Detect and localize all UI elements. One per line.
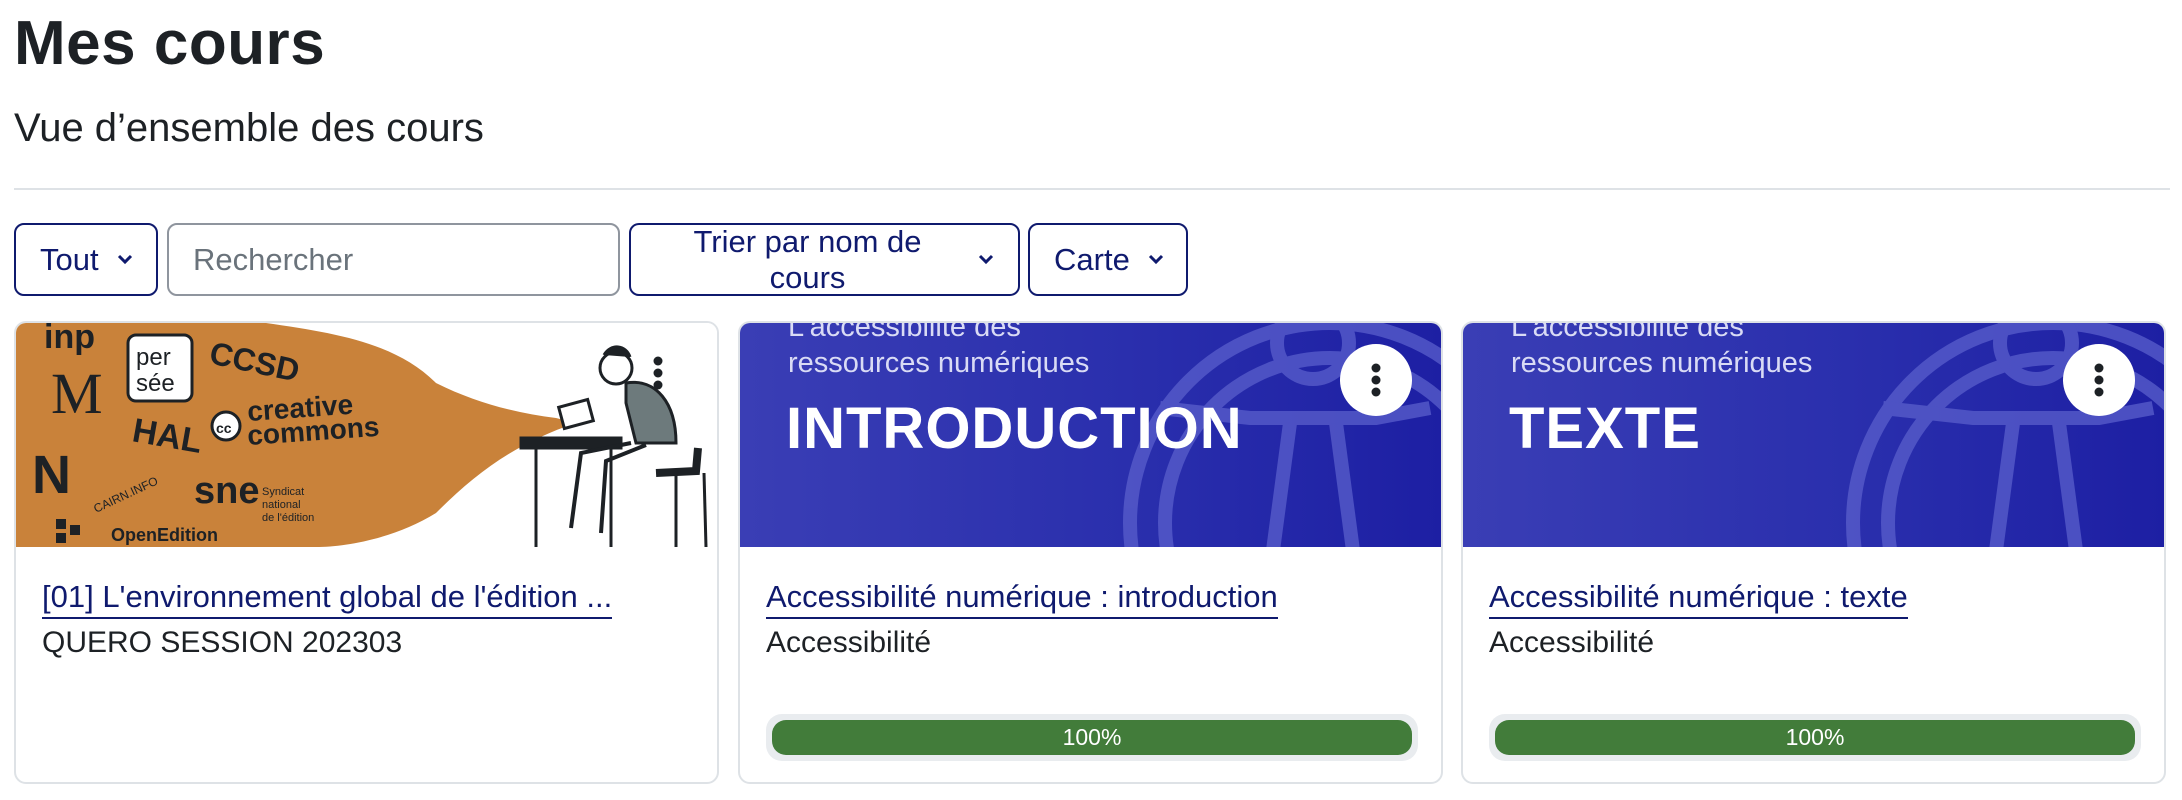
grouping-label: Tout <box>40 241 99 277</box>
view-dropdown[interactable]: Carte <box>1028 223 1188 296</box>
chevron-down-icon <box>978 254 994 265</box>
svg-text:sée: sée <box>136 370 175 397</box>
progress-bar: 100% <box>766 714 1418 761</box>
course-card: L'accessibilité des ressources numérique… <box>738 321 1443 784</box>
progress-fill: 100% <box>772 720 1412 755</box>
vertical-dots-icon <box>1371 363 1381 397</box>
progress-fill: 100% <box>1495 720 2135 755</box>
view-label: Carte <box>1054 241 1130 277</box>
chevron-down-icon <box>1148 254 1164 265</box>
sort-dropdown[interactable]: Trier par nom de cours <box>629 223 1020 296</box>
svg-text:Syndicat: Syndicat <box>262 486 304 498</box>
divider <box>14 188 2170 190</box>
progress-label: 100% <box>1062 724 1122 750</box>
progress-bar: 100% <box>1489 714 2141 761</box>
course-category: Accessibilité <box>1489 626 1655 659</box>
progress-label: 100% <box>1785 724 1845 750</box>
course-card: L'accessibilité des ressources numérique… <box>1461 321 2166 784</box>
svg-text:OpenEdition: OpenEdition <box>111 525 218 545</box>
svg-text:N: N <box>32 445 71 505</box>
svg-text:M: M <box>51 361 103 426</box>
svg-text:national: national <box>262 499 301 511</box>
banner-subtitle: L'accessibilité des ressources numérique… <box>788 323 1090 379</box>
page-title: Mes cours <box>14 9 326 78</box>
vertical-dots-icon <box>653 356 663 390</box>
course-menu-button[interactable] <box>1340 344 1412 416</box>
course-menu-button[interactable] <box>2063 344 2135 416</box>
course-overview-heading: Vue d’ensemble des cours <box>14 106 484 150</box>
vertical-dots-icon <box>2094 363 2104 397</box>
svg-text:per: per <box>136 344 171 371</box>
grouping-dropdown[interactable]: Tout <box>14 223 158 296</box>
publishing-illustration: inp M per sée CCSD HAL cc creative commo… <box>16 323 717 547</box>
chevron-down-icon <box>117 254 133 265</box>
course-category: QUERO SESSION 202303 <box>42 626 403 659</box>
course-title-link[interactable]: Accessibilité numérique : texte <box>1489 579 1908 619</box>
svg-text:sne: sne <box>194 470 259 512</box>
svg-text:cc: cc <box>216 420 232 436</box>
course-menu-button[interactable] <box>647 353 669 393</box>
course-image[interactable]: inp M per sée CCSD HAL cc creative commo… <box>16 323 717 547</box>
svg-text:inp: inp <box>44 323 95 356</box>
course-image[interactable]: L'accessibilité des ressources numérique… <box>1463 323 2164 547</box>
sort-label: Trier par nom de cours <box>693 223 922 295</box>
course-title-link[interactable]: Accessibilité numérique : introduction <box>766 579 1278 619</box>
banner-title: TEXTE <box>1509 396 1701 461</box>
banner-subtitle: L'accessibilité des ressources numérique… <box>1511 323 1813 379</box>
svg-text:de l'édition: de l'édition <box>262 512 314 524</box>
search-input[interactable] <box>167 223 620 296</box>
course-card: inp M per sée CCSD HAL cc creative commo… <box>14 321 719 784</box>
banner-title: INTRODUCTION <box>786 396 1243 461</box>
course-image[interactable]: L'accessibilité des ressources numérique… <box>740 323 1441 547</box>
course-category: Accessibilité <box>766 626 932 659</box>
course-title-link[interactable]: [01] L'environnement global de l'édition… <box>42 579 613 619</box>
